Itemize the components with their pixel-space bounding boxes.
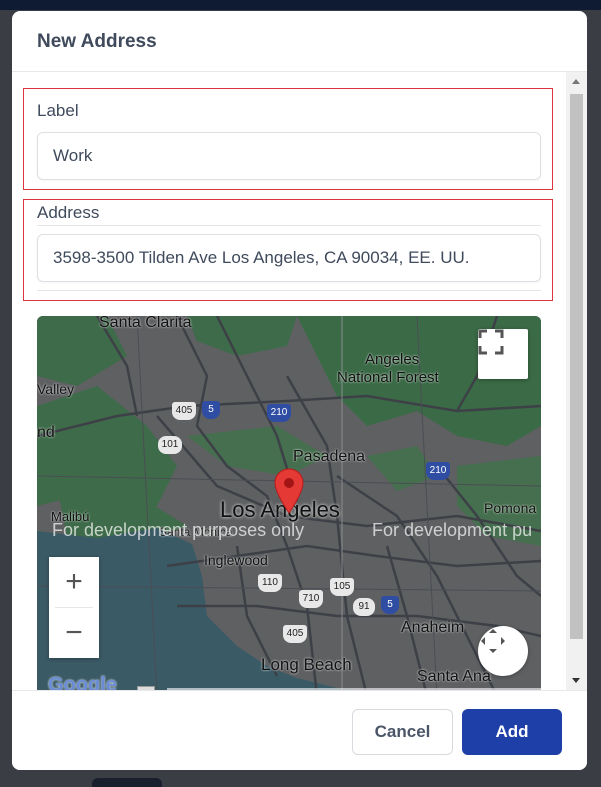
modal-header: New Address [12,11,587,72]
address-input[interactable]: 3598-3500 Tilden Ave Los Angeles, CA 900… [37,234,541,282]
address-divider-bottom [37,290,541,291]
place-nd: nd [37,424,55,441]
place-santa-clarita: Santa Clarita [99,316,192,331]
highway-shield-5b: 5 [381,596,399,614]
highway-shield-105: 105 [330,578,354,596]
highway-shield-405: 405 [172,402,196,420]
modal-scrollbar[interactable] [566,72,587,690]
backdrop-button [92,778,162,787]
highway-shield-101: 101 [158,436,182,454]
highway-shield-5: 5 [202,401,220,419]
scroll-thumb[interactable] [570,94,583,639]
map-watermark: For development purposes only [52,520,305,540]
cancel-button[interactable]: Cancel [352,709,453,755]
place-pasadena: Pasadena [293,448,366,465]
map-view[interactable]: 405 5 210 101 210 110 710 105 91 5 405 S… [37,316,541,690]
scroll-down-arrow-icon[interactable] [572,678,580,683]
zoom-control: + − [49,557,99,658]
camera-control-button[interactable] [478,626,528,676]
zoom-in-button[interactable]: + [49,557,99,607]
move-arrows-icon [481,629,505,653]
zoom-out-button[interactable]: − [49,608,99,658]
place-valley: Valley [37,381,75,397]
place-long-beach: Long Beach [261,655,352,674]
place-angeles: Angeles [365,351,420,368]
fullscreen-button[interactable] [478,329,528,379]
highway-shield-210b: 210 [426,462,450,480]
address-divider [37,225,541,226]
fullscreen-icon [478,329,504,355]
place-anaheim: Anaheim [401,619,465,636]
label-field-label: Label [37,101,79,120]
modal-title: New Address [37,31,157,52]
place-national-forest: National Forest [337,369,439,386]
highway-shield-710: 710 [299,590,323,608]
modal-body: Label Work Address 3598-3500 Tilden Ave … [12,72,587,690]
new-address-modal: New Address Label Work Address 3598-3500… [12,11,587,770]
scroll-up-arrow-icon[interactable] [572,79,580,84]
address-field-label: Address [37,203,100,222]
add-button[interactable]: Add [462,709,562,755]
place-pomona: Pomona [484,500,537,516]
place-santa-ana: Santa Ana [417,668,491,685]
google-logo: Google [48,674,117,690]
place-inglewood: Inglewood [204,552,268,568]
location-pin-icon[interactable] [274,468,304,514]
label-input[interactable]: Work [37,132,541,180]
modal-footer: Cancel Add [12,690,587,770]
page-header-backdrop [0,0,601,10]
highway-shield-405b: 405 [283,625,307,643]
highway-shield-210: 210 [267,404,291,422]
highway-shield-110: 110 [258,574,282,592]
highway-shield-91: 91 [353,598,375,616]
map-watermark-right: For development pu [372,520,533,540]
